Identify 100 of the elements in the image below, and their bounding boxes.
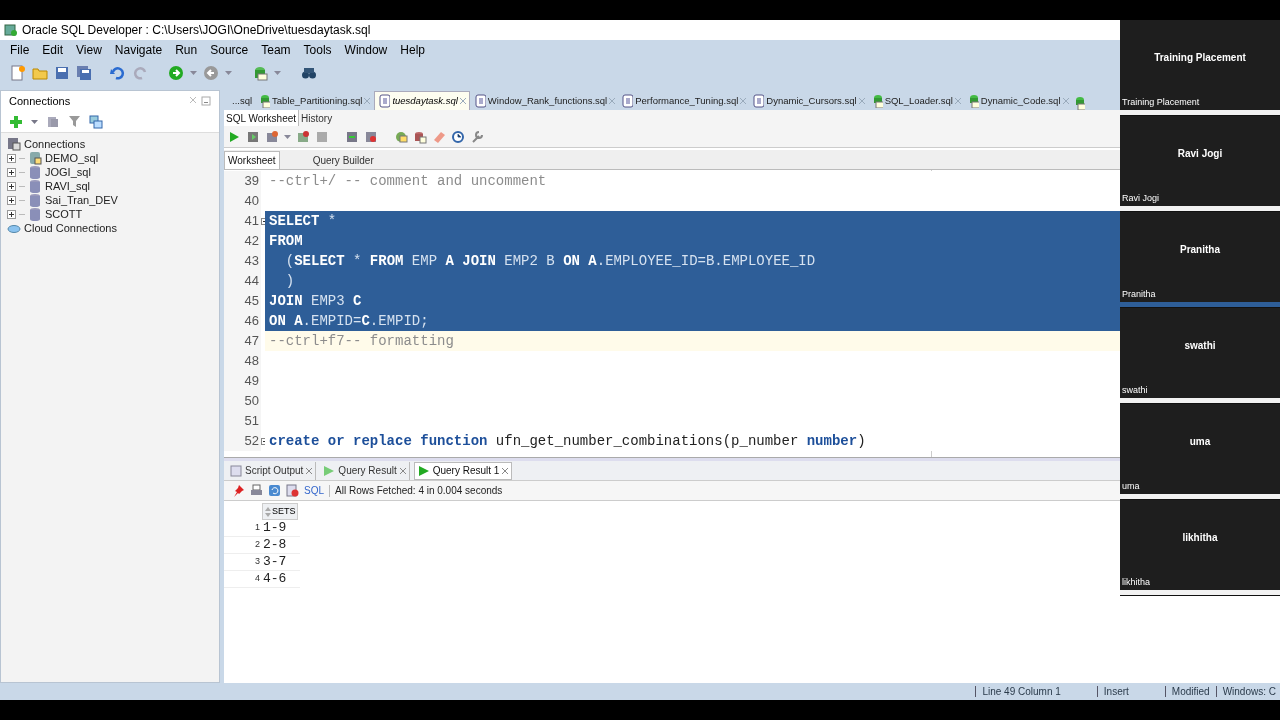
wrench-icon[interactable] (470, 129, 484, 144)
undo-icon[interactable] (110, 64, 126, 81)
save-icon[interactable] (54, 64, 70, 81)
print-icon[interactable] (250, 484, 263, 497)
expand-icon[interactable] (7, 153, 16, 163)
menu-item[interactable]: File (4, 41, 36, 59)
commit-icon[interactable] (265, 129, 279, 144)
save-all-icon[interactable] (76, 64, 92, 81)
dropdown-caret-icon[interactable] (274, 70, 281, 75)
editor-tab[interactable]: Performance_Tuning.sql (619, 92, 749, 110)
menu-item[interactable]: Edit (36, 41, 70, 59)
tab[interactable]: Query Builder (309, 151, 377, 169)
participant-name: swathi (1184, 339, 1216, 354)
close-icon[interactable] (609, 98, 616, 104)
menu-item[interactable]: Window (338, 41, 394, 59)
clear-icon[interactable] (286, 484, 299, 497)
close-icon[interactable] (858, 98, 865, 104)
expand-icon[interactable] (7, 209, 16, 219)
code-line: create or replace function ufn_get_number_combinations(p_number number) (269, 431, 866, 451)
explain-icon[interactable] (345, 129, 359, 144)
pin-icon[interactable] (232, 484, 245, 497)
forward-icon[interactable] (168, 64, 184, 81)
menu-item[interactable]: Source (204, 41, 255, 59)
status-text: Modified (1171, 685, 1210, 699)
database-icon (28, 207, 42, 221)
cancel-icon[interactable] (315, 129, 329, 144)
redo-icon (132, 64, 148, 81)
line-number: 40 (244, 192, 259, 211)
run-icon[interactable] (227, 129, 241, 144)
sql-link[interactable]: SQL (304, 483, 324, 498)
connection-icon (28, 151, 42, 165)
expand-icon[interactable] (7, 195, 16, 205)
tab[interactable]: History (299, 110, 335, 126)
column-header[interactable]: SETS (262, 503, 298, 520)
code-line: SELECT * (269, 211, 337, 231)
editor-tab[interactable]: SQL_Loader.sql (868, 92, 963, 110)
close-icon[interactable] (306, 467, 313, 474)
refresh-icon[interactable] (268, 484, 281, 497)
document-icon (378, 94, 391, 108)
refresh-icon[interactable] (46, 114, 60, 129)
close-icon[interactable] (189, 96, 197, 104)
tab[interactable]: SQL Worksheet (224, 110, 300, 126)
result-tab[interactable]: Query Result (320, 461, 410, 480)
menu-item[interactable]: Run (169, 41, 204, 59)
windows-icon[interactable] (89, 114, 103, 129)
database-icon[interactable] (252, 64, 268, 81)
result-tab[interactable]: Query Result 1 (413, 461, 513, 480)
editor-tab[interactable]: Dynamic_Cursors.sql (750, 92, 867, 110)
expand-icon[interactable] (7, 167, 16, 177)
editor-tab[interactable]: Table_Partitioning.sql (256, 92, 373, 110)
participant-label: Ravi Jogi (1121, 191, 1160, 205)
panel-title: Connections (9, 93, 71, 109)
document-icon (752, 94, 765, 108)
rollback-icon[interactable] (296, 129, 310, 144)
run-script-icon[interactable] (246, 129, 260, 144)
menu-item[interactable]: Navigate (108, 41, 169, 59)
result-tab[interactable]: Script Output (227, 461, 317, 480)
dropdown-caret-icon[interactable] (225, 70, 232, 75)
dropdown-caret-icon[interactable] (31, 119, 38, 124)
eraser-icon[interactable] (432, 129, 446, 144)
menu-item[interactable]: Tools (297, 41, 338, 59)
close-icon[interactable] (459, 98, 466, 104)
tab[interactable]: Worksheet (224, 151, 280, 169)
database-icon (258, 94, 271, 108)
add-icon[interactable] (9, 114, 23, 129)
minimize-icon[interactable] (201, 96, 211, 106)
close-icon[interactable] (364, 98, 371, 104)
script-icon (230, 464, 242, 477)
filter-icon[interactable] (68, 115, 81, 128)
database-icon (28, 179, 42, 193)
close-icon[interactable] (502, 467, 509, 474)
close-icon[interactable] (399, 467, 406, 474)
editor-tab[interactable]: tuesdaytask.sql (374, 91, 470, 110)
close-icon[interactable] (954, 98, 961, 104)
editor-tab[interactable]: Dynamic_Code.sql (964, 92, 1071, 110)
new-file-icon[interactable] (10, 64, 26, 81)
status-text: Insert (1103, 685, 1129, 699)
table-cell-text: 3-7 (262, 553, 287, 572)
status-text: Line 49 Column 1 (982, 685, 1061, 699)
editor-tab[interactable]: ...sql (230, 92, 255, 110)
expand-icon[interactable] (7, 181, 16, 191)
menu-item[interactable]: Help (394, 41, 431, 59)
table-cell-text: 4-6 (262, 570, 287, 589)
participant-label: Pranitha (1121, 287, 1157, 301)
menu-item[interactable]: Team (255, 41, 297, 59)
row-number: 4 (255, 572, 260, 586)
line-number: 39 (244, 172, 259, 191)
autotrace-icon[interactable] (364, 129, 378, 144)
dropdown-caret-icon[interactable] (190, 70, 197, 75)
menu-item[interactable]: View (70, 41, 108, 59)
editor-tab[interactable]: Window_Rank_functions.sql (471, 92, 618, 110)
sql-tuning-icon[interactable] (394, 129, 408, 144)
close-icon[interactable] (1062, 98, 1069, 104)
database-icon[interactable] (413, 129, 427, 144)
dropdown-caret-icon[interactable] (284, 134, 291, 139)
participant-name: Ravi Jogi (1177, 147, 1223, 162)
close-icon[interactable] (740, 98, 747, 104)
history-icon[interactable] (451, 129, 465, 144)
back-icon[interactable] (203, 64, 219, 81)
code-line: JOIN EMP3 C (269, 291, 362, 311)
